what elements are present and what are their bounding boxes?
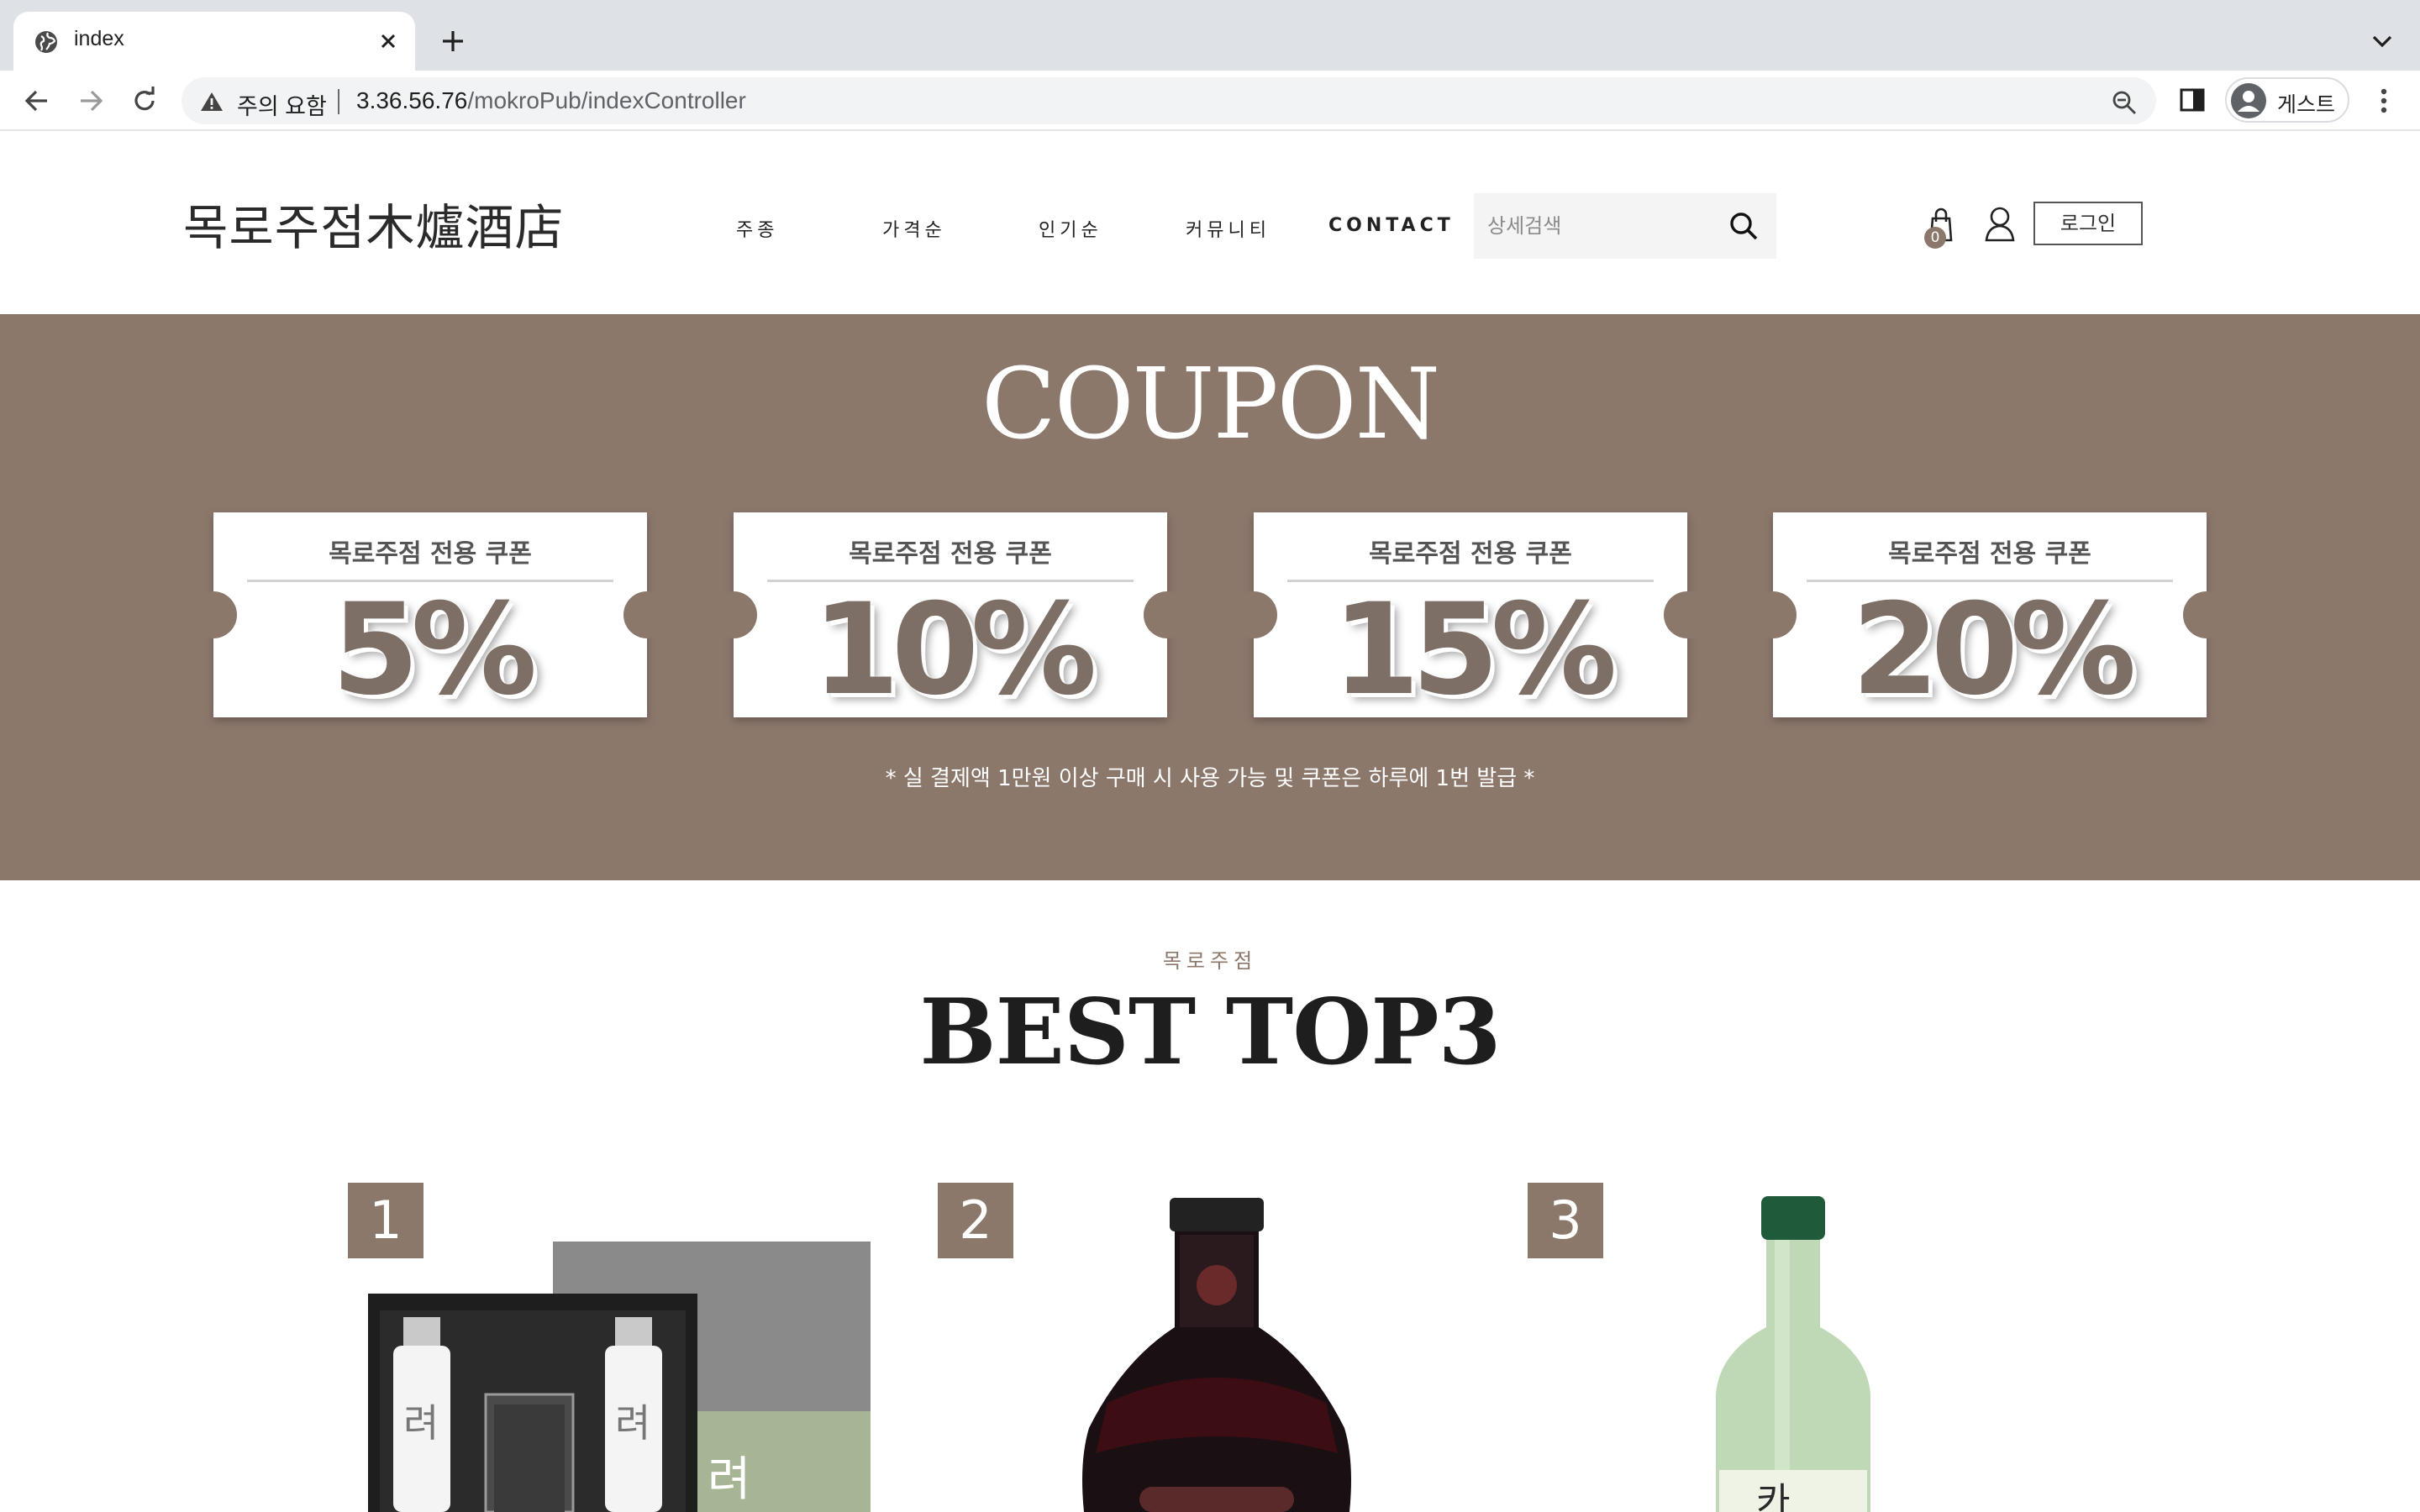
url-host: 3.36.56.76: [356, 87, 468, 113]
rank-badge-2: 2: [938, 1183, 1013, 1258]
browser-tab[interactable]: index: [13, 12, 415, 71]
coupon-card-10[interactable]: 목로주점 전용 쿠폰 10%: [710, 512, 1191, 723]
coupon-label: 목로주점 전용 쿠폰: [329, 539, 532, 569]
profile-name: 게스트: [2277, 93, 2336, 117]
chevron-down-icon[interactable]: [2368, 30, 2396, 52]
globe-icon: [35, 31, 57, 53]
plus-icon[interactable]: [437, 25, 469, 57]
coupon-card-15[interactable]: 목로주점 전용 쿠폰 15%: [1230, 512, 1711, 723]
warning-icon[interactable]: [200, 91, 224, 113]
coupon-percent: 15%: [1332, 577, 1617, 723]
site-logo[interactable]: 목로주점木爐酒店: [183, 188, 564, 259]
coupon-title: COUPON: [981, 348, 1440, 461]
reload-icon[interactable]: [128, 84, 161, 118]
product-image-gift-set[interactable]: 려 려 려: [346, 1184, 884, 1512]
search-box: [1474, 193, 1776, 259]
coupon-label: 목로주점 전용 쿠폰: [849, 539, 1052, 569]
search-input[interactable]: [1474, 193, 1726, 259]
profile-button[interactable]: 게스트: [2225, 77, 2349, 123]
svg-text:려: 려: [403, 1400, 439, 1446]
coupon-percent: 20%: [1851, 577, 2136, 723]
security-label[interactable]: 주의 요함: [237, 88, 327, 121]
product-image-soju-bottle[interactable]: 카: [1672, 1184, 1924, 1512]
user-icon[interactable]: [1983, 205, 2017, 244]
search-icon[interactable]: [1726, 208, 1761, 244]
coupon-percent: 10%: [812, 577, 1097, 723]
tab-title: index: [74, 27, 124, 50]
back-arrow-icon[interactable]: [20, 84, 54, 118]
best-title: BEST TOP3: [919, 979, 1501, 1085]
browser-tab-strip: index: [0, 0, 2420, 71]
rank-badge-1: 1: [348, 1183, 424, 1258]
cart-count-badge: 0: [1924, 227, 1946, 249]
url-path: /mokroPub/indexController: [467, 87, 746, 113]
coupon-card-20[interactable]: 목로주점 전용 쿠폰 20%: [1749, 512, 2230, 723]
coupon-section: COUPON 목로주점 전용 쿠폰 5% 목로주점 전용 쿠폰 10% 목로주점…: [0, 314, 2420, 880]
nav-item-liquor-type[interactable]: 주종: [736, 215, 778, 242]
svg-text:려: 려: [615, 1400, 650, 1446]
nav-item-community[interactable]: 커뮤니티: [1186, 215, 1270, 242]
browser-toolbar: 주의 요함 3.36.56.76/mokroPub/indexControlle…: [0, 71, 2420, 131]
coupon-label: 목로주점 전용 쿠폰: [1369, 539, 1572, 569]
zoom-icon[interactable]: [2111, 89, 2138, 116]
login-button[interactable]: 로그인: [2033, 202, 2143, 245]
best-kicker: 목로주점: [1162, 949, 1258, 973]
product-image-dark-bottle[interactable]: [1059, 1184, 1403, 1512]
rank-badge-3: 3: [1528, 1183, 1603, 1258]
side-panel-icon[interactable]: [2178, 86, 2207, 114]
nav-item-popular[interactable]: 인기순: [1039, 215, 1102, 242]
kebab-menu-icon[interactable]: [2370, 84, 2398, 118]
avatar-icon: [2231, 83, 2266, 118]
forward-arrow-icon[interactable]: [74, 84, 108, 118]
coupon-label: 목로주점 전용 쿠폰: [1888, 539, 2091, 569]
close-icon[interactable]: [375, 28, 402, 55]
coupon-card-5[interactable]: 목로주점 전용 쿠폰 5%: [190, 512, 671, 723]
address-bar[interactable]: 주의 요함 3.36.56.76/mokroPub/indexControlle…: [182, 77, 2156, 124]
url-text[interactable]: 3.36.56.76/mokroPub/indexController: [356, 87, 746, 114]
coupon-note: * 실 결제액 1만원 이상 구매 시 사용 가능 및 쿠폰은 하루에 1번 발…: [885, 766, 1535, 791]
svg-text:카: 카: [1756, 1480, 1790, 1512]
nav-item-contact[interactable]: CONTACT: [1328, 215, 1455, 236]
address-divider: [338, 89, 339, 114]
site-header: 목로주점木爐酒店 주종 가격순 인기순 커뮤니티 CONTACT 0 로그인: [0, 133, 2420, 314]
coupon-percent: 5%: [331, 577, 538, 723]
nav-item-price[interactable]: 가격순: [882, 215, 946, 242]
svg-text:려: 려: [708, 1452, 751, 1507]
